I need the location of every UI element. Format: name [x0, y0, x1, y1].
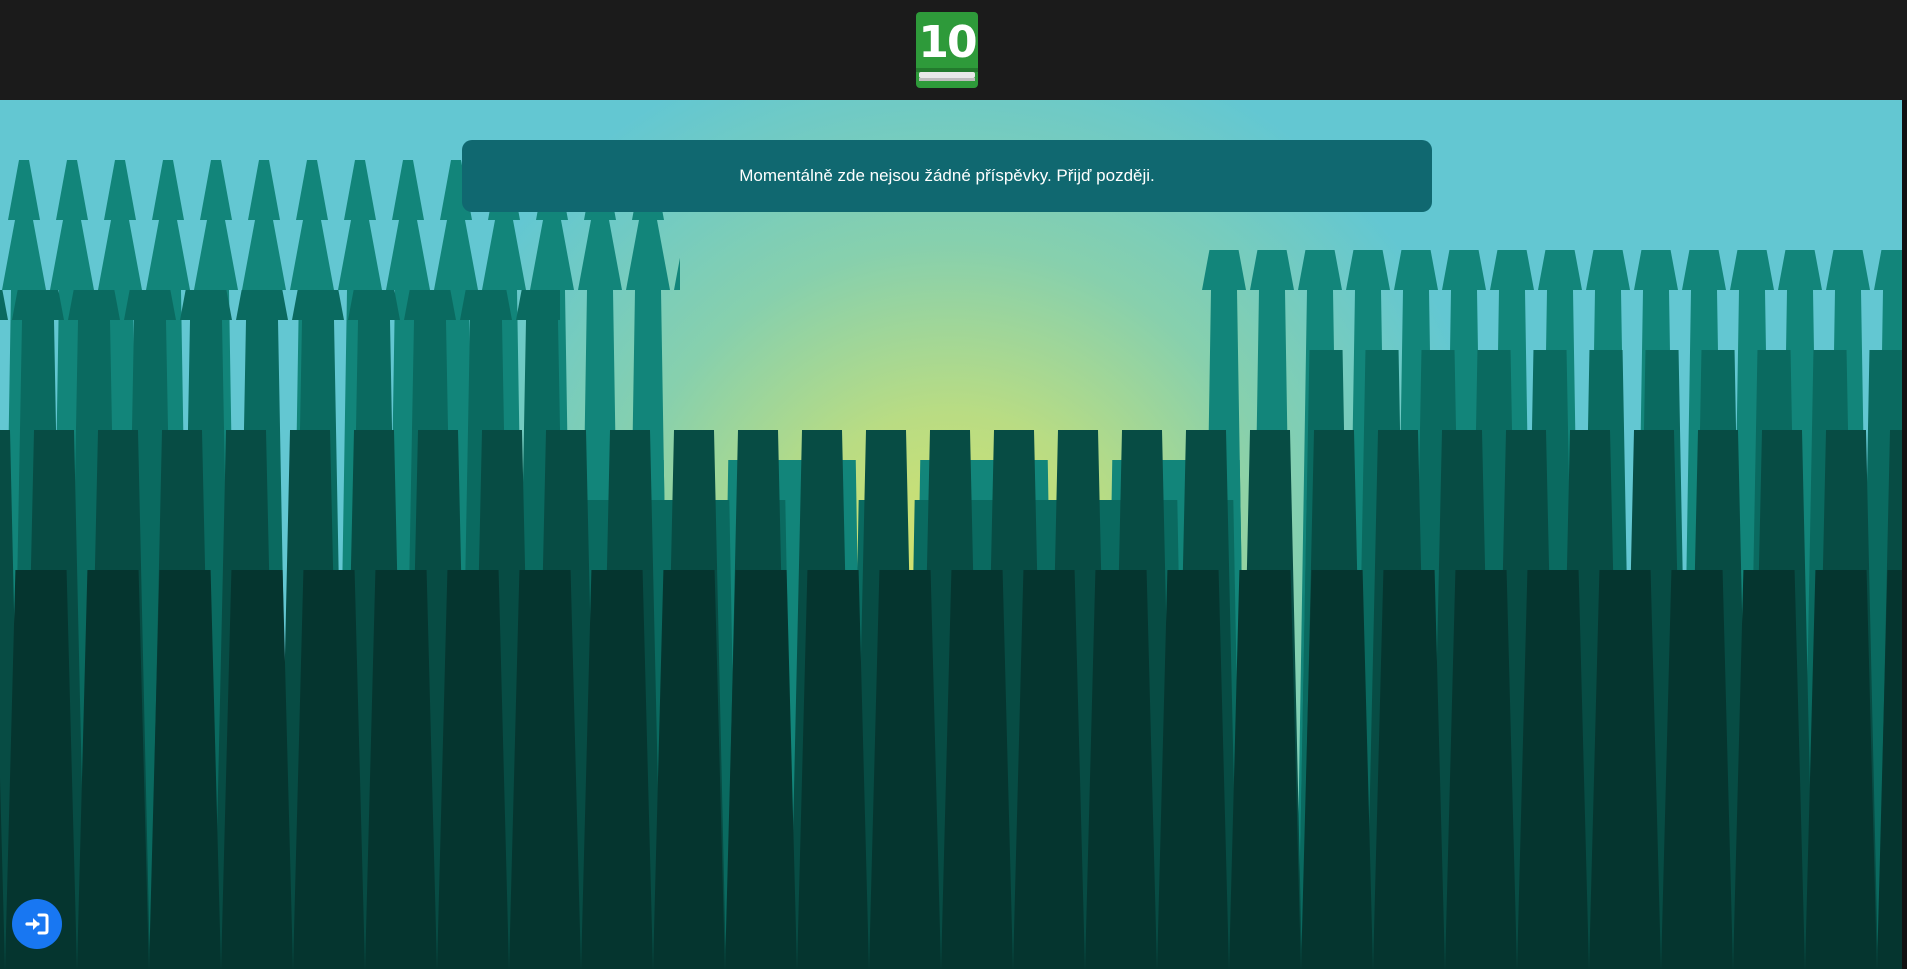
- page: 10 Momentálně zde nejsou žádné příspěvky…: [0, 0, 1907, 969]
- site-logo[interactable]: 10: [916, 12, 978, 88]
- notice-text: Momentálně zde nejsou žádné příspěvky. P…: [739, 166, 1155, 185]
- forest-illustration: [0, 100, 1902, 969]
- login-button[interactable]: [12, 899, 62, 949]
- tree-layer-near: [0, 570, 1902, 969]
- scrollbar[interactable]: [1902, 100, 1907, 969]
- forest-background: [0, 100, 1902, 969]
- top-bar: 10: [0, 0, 1907, 100]
- sign-in-icon: [25, 913, 49, 935]
- logo-number: 10: [918, 17, 977, 68]
- no-posts-notice: Momentálně zde nejsou žádné příspěvky. P…: [462, 140, 1432, 212]
